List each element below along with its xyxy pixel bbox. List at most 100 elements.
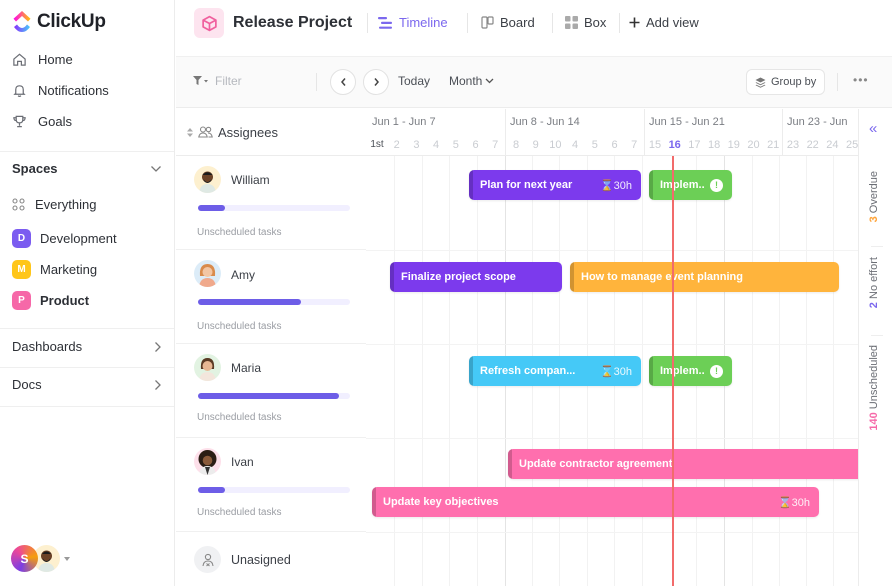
day-number: 16 [668,139,681,151]
task-title: Plan for next year [480,179,573,191]
filter-placeholder: Filter [215,74,242,88]
day-number: 9 [532,139,539,151]
group-by-button[interactable]: Group by [746,69,826,95]
space-label: Marketing [40,262,98,277]
avatar [194,260,221,287]
workload-fill [198,487,226,493]
workload-fill [198,299,302,305]
user-menu[interactable]: S [11,545,70,572]
space-product[interactable]: P Product [12,291,89,310]
unscheduled-label: Unscheduled [868,345,880,410]
next-button[interactable] [363,69,389,95]
week-label: Jun 1 - Jun 7 [372,116,436,128]
task-title: Finalize project scope [401,271,516,283]
task-duration: ⌛30h [600,179,632,192]
day-number: 15 [648,139,662,151]
day-number: 25 [845,139,858,151]
task-title: Update contractor agreement [519,458,673,470]
task-title: How to manage event planning [581,271,743,283]
space-everything[interactable]: Everything [12,197,96,212]
assignees-header[interactable]: Assignees [176,109,366,156]
home-icon [13,53,26,66]
assignee-row-william: William Unscheduled tasks [176,157,366,250]
group-by-label: Group by [771,76,817,88]
clickup-logo[interactable]: ClickUp [12,11,106,33]
row-separator [366,532,858,533]
day-number: 8 [512,139,520,151]
day-number: 21 [767,139,780,151]
add-view-button[interactable]: Add view [629,15,699,30]
day-number: 7 [492,139,499,151]
task-duration: ⌛30h [600,365,632,378]
today-button[interactable]: Today [398,74,430,88]
overdue-count[interactable]: 3 Overdue [868,171,880,222]
sidebar-docs[interactable]: Docs [12,377,162,392]
day-number: 19 [727,139,740,151]
day-number: 4 [433,139,440,151]
task-bar-update-key-objectives[interactable]: Update key objectives ⌛30h [372,487,819,517]
filter-button[interactable]: Filter [193,74,242,88]
assignee-name: William [231,173,270,187]
warning-icon: ! [710,178,723,192]
more-options-button[interactable]: ••• [853,73,869,87]
tab-timeline[interactable]: Timeline [378,15,448,30]
day-number: 23 [786,139,800,151]
previous-button[interactable] [330,69,356,95]
unscheduled-tasks-link[interactable]: Unscheduled tasks [197,412,282,423]
caret-down-icon [64,556,70,561]
nav-notifications-label: Notifications [38,83,109,98]
nav-home[interactable]: Home [12,52,73,67]
unscheduled-count[interactable]: 140 Unscheduled [868,345,880,431]
task-bar-refresh-company[interactable]: Refresh compan... ⌛30h [469,356,641,386]
unscheduled-tasks-link[interactable]: Unscheduled tasks [197,507,282,518]
clickup-logo-icon [13,11,31,32]
unscheduled-tasks-link[interactable]: Unscheduled tasks [197,227,282,238]
project-title: Release Project [233,14,353,31]
everything-label: Everything [35,197,97,212]
task-title: Refresh compan... [480,365,576,377]
timeline-header: Jun 1 - Jun 7 Jun 8 - Jun 14 Jun 15 - Ju… [366,109,858,156]
workload-fill [198,393,340,399]
sidebar-dashboards[interactable]: Dashboards [12,339,162,354]
day-number: 6 [611,139,618,151]
box-icon [565,16,578,29]
nav-notifications[interactable]: Notifications [12,83,109,98]
day-number: 20 [747,139,760,151]
task-duration: ⌛30h [778,496,810,509]
divider [316,73,317,91]
day-number: 6 [472,139,479,151]
task-bar-finalize-project-scope[interactable]: Finalize project scope [390,262,562,292]
space-development[interactable]: D Development [12,229,117,248]
task-title: Implem.. [660,365,705,377]
space-marketing[interactable]: M Marketing [12,260,97,279]
nav-goals-label: Goals [38,114,72,129]
divider [0,406,174,407]
user-avatar: S [11,545,38,572]
divider [0,367,174,368]
grid-line [833,156,834,586]
task-bar-implement[interactable]: Implem.. ! [649,170,732,200]
collapse-panel-icon[interactable]: « [869,120,877,137]
no-effort-count[interactable]: 2 No effort [868,257,880,308]
task-title: Update key objectives [383,496,499,508]
nav-home-label: Home [38,52,73,67]
avatar [194,166,221,193]
day-number: 18 [707,139,721,151]
divider [871,335,883,336]
tab-box[interactable]: Box [565,15,606,30]
row-separator [366,344,858,345]
unscheduled-tasks-link[interactable]: Unscheduled tasks [197,321,282,332]
task-bar-event-planning[interactable]: How to manage event planning [570,262,839,292]
spaces-header[interactable]: Spaces [12,161,162,176]
task-bar-update-contractor-agreement[interactable]: Update contractor agreement [508,449,858,479]
scale-dropdown[interactable]: Month [449,74,494,88]
space-label: Product [40,293,90,308]
unassigned-avatar [194,546,221,573]
task-bar-implement[interactable]: Implem.. ! [649,356,732,386]
tab-board[interactable]: Board [481,15,535,30]
nav-goals[interactable]: Goals [12,114,72,129]
filter-icon [193,76,208,85]
board-icon [481,16,494,29]
space-badge: P [12,291,31,310]
task-bar-plan-for-next-year[interactable]: Plan for next year ⌛30h [469,170,641,200]
